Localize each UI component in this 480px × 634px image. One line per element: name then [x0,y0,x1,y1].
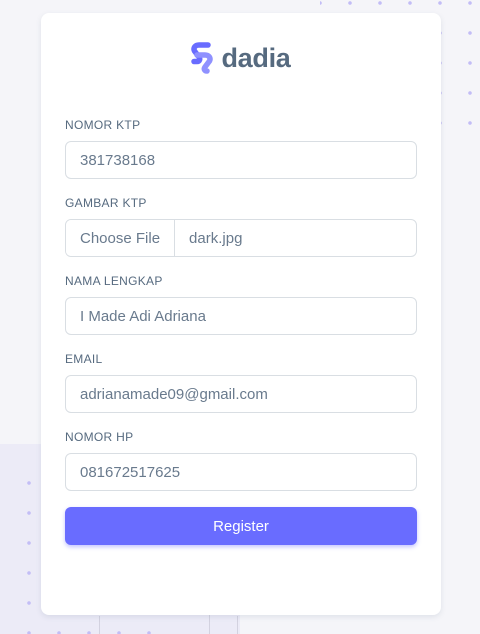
brand-logo: dadia [65,41,417,75]
email-field: EMAIL adrianamade09@gmail.com [65,351,417,413]
email-input[interactable]: adrianamade09@gmail.com [65,375,417,413]
email-label: EMAIL [65,352,103,366]
choose-file-button[interactable]: Choose File [66,220,176,256]
register-button[interactable]: Register [65,507,417,545]
nomor-ktp-field: NOMOR KTP 381738168 [65,117,417,179]
nomor-hp-input[interactable]: 081672517625 [65,453,417,491]
nomor-hp-field: NOMOR HP 081672517625 [65,429,417,491]
register-card: dadia NOMOR KTP 381738168 GAMBAR KTP Cho… [41,13,441,615]
dadia-s-logo-icon [191,42,214,74]
background-line [237,616,238,634]
nomor-ktp-input[interactable]: 381738168 [65,141,417,179]
background-line [99,616,100,634]
nama-lengkap-input[interactable]: I Made Adi Adriana [65,297,417,335]
gambar-ktp-label: GAMBAR KTP [65,196,147,210]
nomor-ktp-label: NOMOR KTP [65,118,141,132]
selected-file-name: dark.jpg [189,229,243,247]
brand-name: dadia [221,42,291,73]
nama-lengkap-label: NAMA LENGKAP [65,274,163,288]
gambar-ktp-file-input[interactable]: Choose File dark.jpg [65,219,417,257]
nama-lengkap-field: NAMA LENGKAP I Made Adi Adriana [65,273,417,335]
nomor-hp-label: NOMOR HP [65,430,134,444]
gambar-ktp-field: GAMBAR KTP Choose File dark.jpg [65,195,417,257]
